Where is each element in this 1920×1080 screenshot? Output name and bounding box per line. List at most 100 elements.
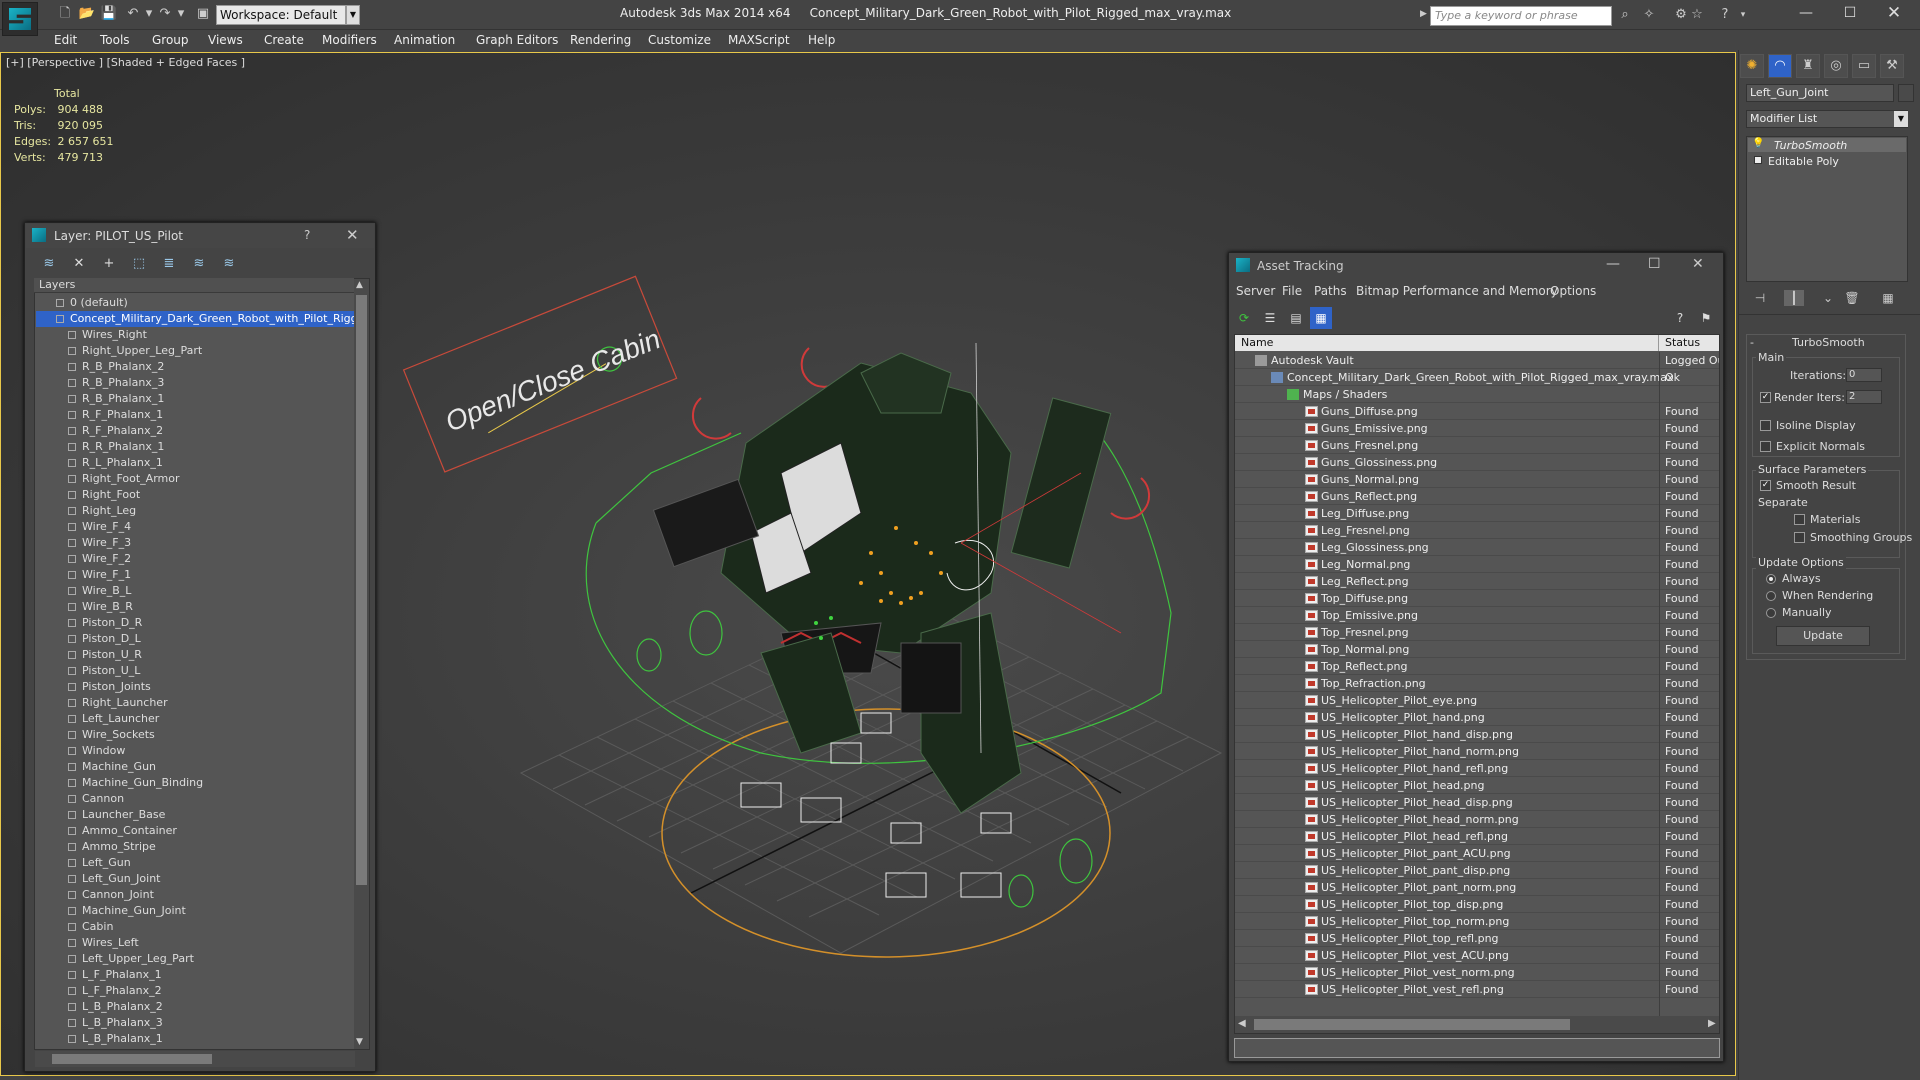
layer-object-row[interactable]: Wire_F_2 — [36, 551, 354, 567]
layer-object-row[interactable]: Wire_F_1 — [36, 567, 354, 583]
project-folder-icon[interactable]: ▣ — [194, 6, 212, 22]
foot-control-left[interactable] — [1008, 874, 1034, 908]
update-button[interactable]: Update — [1776, 626, 1870, 646]
rotation-control-1[interactable] — [800, 347, 840, 388]
asset-hscroll-thumb[interactable] — [1254, 1019, 1570, 1030]
layer-row-default[interactable]: 0 (default) — [36, 295, 354, 311]
asset-row-map[interactable]: Guns_Normal.png Found — [1235, 471, 1719, 488]
layer-object-row[interactable]: Right_Upper_Leg_Part — [36, 343, 354, 359]
layer-object-row[interactable]: Right_Foot — [36, 487, 354, 503]
layer-close-icon[interactable]: ✕ — [346, 226, 359, 244]
layer-object-row[interactable]: Left_Upper_Leg_Part — [36, 951, 354, 967]
workspace-select[interactable]: Workspace: Default — [216, 5, 346, 25]
layer-object-row[interactable]: R_B_Phalanx_1 — [36, 391, 354, 407]
help-dropdown-icon[interactable]: ▾ — [1734, 7, 1752, 23]
minimize-button[interactable]: — — [1786, 2, 1826, 24]
motion-tab-icon[interactable]: ◎ — [1824, 54, 1848, 78]
asset-menu-options[interactable]: Options — [1550, 284, 1596, 298]
add-to-layer-icon[interactable]: + — [98, 255, 120, 273]
asset-close-button[interactable]: ✕ — [1692, 256, 1704, 272]
asset-scroll-left-icon[interactable]: ◀ — [1238, 1018, 1246, 1029]
asset-menu-bitmap[interactable]: Bitmap Performance and Memory — [1356, 284, 1558, 298]
menu-maxscript[interactable]: MAXScript — [728, 33, 790, 47]
asset-row-map[interactable]: Leg_Fresnel.png Found — [1235, 522, 1719, 539]
layer-object-row[interactable]: Ammo_Container — [36, 823, 354, 839]
remove-modifier-icon[interactable]: 🗑 — [1842, 290, 1862, 306]
layer-object-row[interactable]: Machine_Gun_Joint — [36, 903, 354, 919]
thumbnail-view-icon[interactable]: ▤ — [1286, 309, 1306, 327]
viewport-label[interactable]: [+] [Perspective ] [Shaded + Edged Faces… — [6, 56, 245, 69]
asset-maximize-button[interactable]: ☐ — [1648, 256, 1661, 272]
layer-object-row[interactable]: Left_Gun_Joint — [36, 871, 354, 887]
asset-help-icon[interactable]: ? — [1670, 309, 1690, 327]
maximize-button[interactable]: ☐ — [1830, 2, 1870, 24]
layer-object-row[interactable]: Cannon — [36, 791, 354, 807]
menu-customize[interactable]: Customize — [648, 33, 711, 47]
list-view-icon[interactable]: ☰ — [1260, 309, 1280, 327]
modifier-expand-icon[interactable] — [1754, 156, 1762, 164]
smoothing-groups-checkbox[interactable] — [1794, 532, 1805, 543]
menu-group[interactable]: Group — [152, 33, 189, 47]
asset-row-maxfile[interactable]: Concept_Military_Dark_Green_Robot_with_P… — [1235, 369, 1719, 386]
asset-row-map[interactable]: Leg_Diffuse.png Found — [1235, 505, 1719, 522]
asset-info-icon[interactable]: ⚑ — [1696, 309, 1716, 327]
asset-row-map[interactable]: US_Helicopter_Pilot_top_norm.png Found — [1235, 913, 1719, 930]
menu-animation[interactable]: Animation — [394, 33, 455, 47]
always-radio[interactable] — [1766, 574, 1776, 584]
asset-row-map[interactable]: Guns_Diffuse.png Found — [1235, 403, 1719, 420]
workspace-dropdown-icon[interactable]: ▼ — [346, 5, 360, 25]
asset-row-map[interactable]: US_Helicopter_Pilot_pant_norm.png Found — [1235, 879, 1719, 896]
modifier-bulb-icon[interactable]: 💡 — [1752, 138, 1764, 149]
manually-radio[interactable] — [1766, 608, 1776, 618]
layer-object-row[interactable]: Piston_Joints — [36, 679, 354, 695]
layer-object-row[interactable]: Piston_U_R — [36, 647, 354, 663]
layer-object-row[interactable]: Cabin — [36, 919, 354, 935]
refresh-icon[interactable]: ⟳ — [1234, 309, 1254, 327]
asset-row-map[interactable]: Top_Diffuse.png Found — [1235, 590, 1719, 607]
rotation-control-3[interactable] — [1110, 477, 1151, 520]
object-color-swatch[interactable] — [1898, 84, 1914, 102]
asset-row-map[interactable]: US_Helicopter_Pilot_eye.png Found — [1235, 692, 1719, 709]
configure-sets-icon[interactable]: ▦ — [1878, 290, 1898, 306]
freeze-all-layers-icon[interactable]: ≋ — [218, 255, 240, 273]
asset-row-map[interactable]: US_Helicopter_Pilot_hand.png Found — [1235, 709, 1719, 726]
asset-row-map[interactable]: Top_Fresnel.png Found — [1235, 624, 1719, 641]
layer-object-row[interactable]: Machine_Gun — [36, 759, 354, 775]
layer-row-selected[interactable]: Concept_Military_Dark_Green_Robot_with_P… — [36, 311, 354, 327]
asset-row-map[interactable]: US_Helicopter_Pilot_head.png Found — [1235, 777, 1719, 794]
layer-object-row[interactable]: Right_Leg — [36, 503, 354, 519]
menu-rendering[interactable]: Rendering — [570, 33, 631, 47]
isoline-display-checkbox[interactable] — [1760, 420, 1771, 431]
explicit-normals-checkbox[interactable] — [1760, 441, 1771, 452]
stack-item-turbosmooth[interactable]: TurboSmooth — [1774, 139, 1847, 152]
favorites-star-icon[interactable]: ☆ — [1688, 7, 1706, 23]
display-tab-icon[interactable]: ▭ — [1852, 54, 1876, 78]
layer-object-row[interactable]: Piston_U_L — [36, 663, 354, 679]
layer-object-row[interactable]: Cannon_Joint — [36, 887, 354, 903]
asset-path-field[interactable] — [1234, 1038, 1720, 1058]
layer-object-row[interactable]: R_B_Phalanx_2 — [36, 359, 354, 375]
layer-object-row[interactable]: R_F_Phalanx_1 — [36, 407, 354, 423]
close-button[interactable]: ✕ — [1874, 2, 1914, 24]
layer-object-row[interactable]: Right_Foot_Armor — [36, 471, 354, 487]
asset-row-map[interactable]: US_Helicopter_Pilot_vest_ACU.png Found — [1235, 947, 1719, 964]
hide-all-layers-icon[interactable]: ≋ — [188, 255, 210, 273]
asset-row-map[interactable]: Top_Emissive.png Found — [1235, 607, 1719, 624]
table-view-icon[interactable]: ▦ — [1311, 309, 1331, 327]
layer-object-row[interactable]: Left_Gun — [36, 855, 354, 871]
create-tab-icon[interactable]: ✺ — [1740, 54, 1764, 78]
layer-object-row[interactable]: Ammo_Stripe — [36, 839, 354, 855]
layer-help-icon[interactable]: ? — [304, 228, 310, 242]
scroll-up-icon[interactable]: ▲ — [356, 280, 363, 290]
open-file-icon[interactable]: 📂 — [78, 6, 96, 22]
layer-object-row[interactable]: Wire_B_R — [36, 599, 354, 615]
layer-object-row[interactable]: Wire_B_L — [36, 583, 354, 599]
make-unique-icon[interactable]: ⌄ — [1818, 290, 1838, 306]
asset-row-map[interactable]: Guns_Glossiness.png Found — [1235, 454, 1719, 471]
utilities-tab-icon[interactable]: ⚒ — [1880, 54, 1904, 78]
menu-graph-editors[interactable]: Graph Editors — [476, 33, 558, 47]
search-expand-icon[interactable]: ▶ — [1420, 9, 1427, 19]
layer-object-row[interactable]: Wire_Sockets — [36, 727, 354, 743]
menu-tools[interactable]: Tools — [100, 33, 130, 47]
modify-tab-icon[interactable]: ◠ — [1768, 54, 1792, 78]
